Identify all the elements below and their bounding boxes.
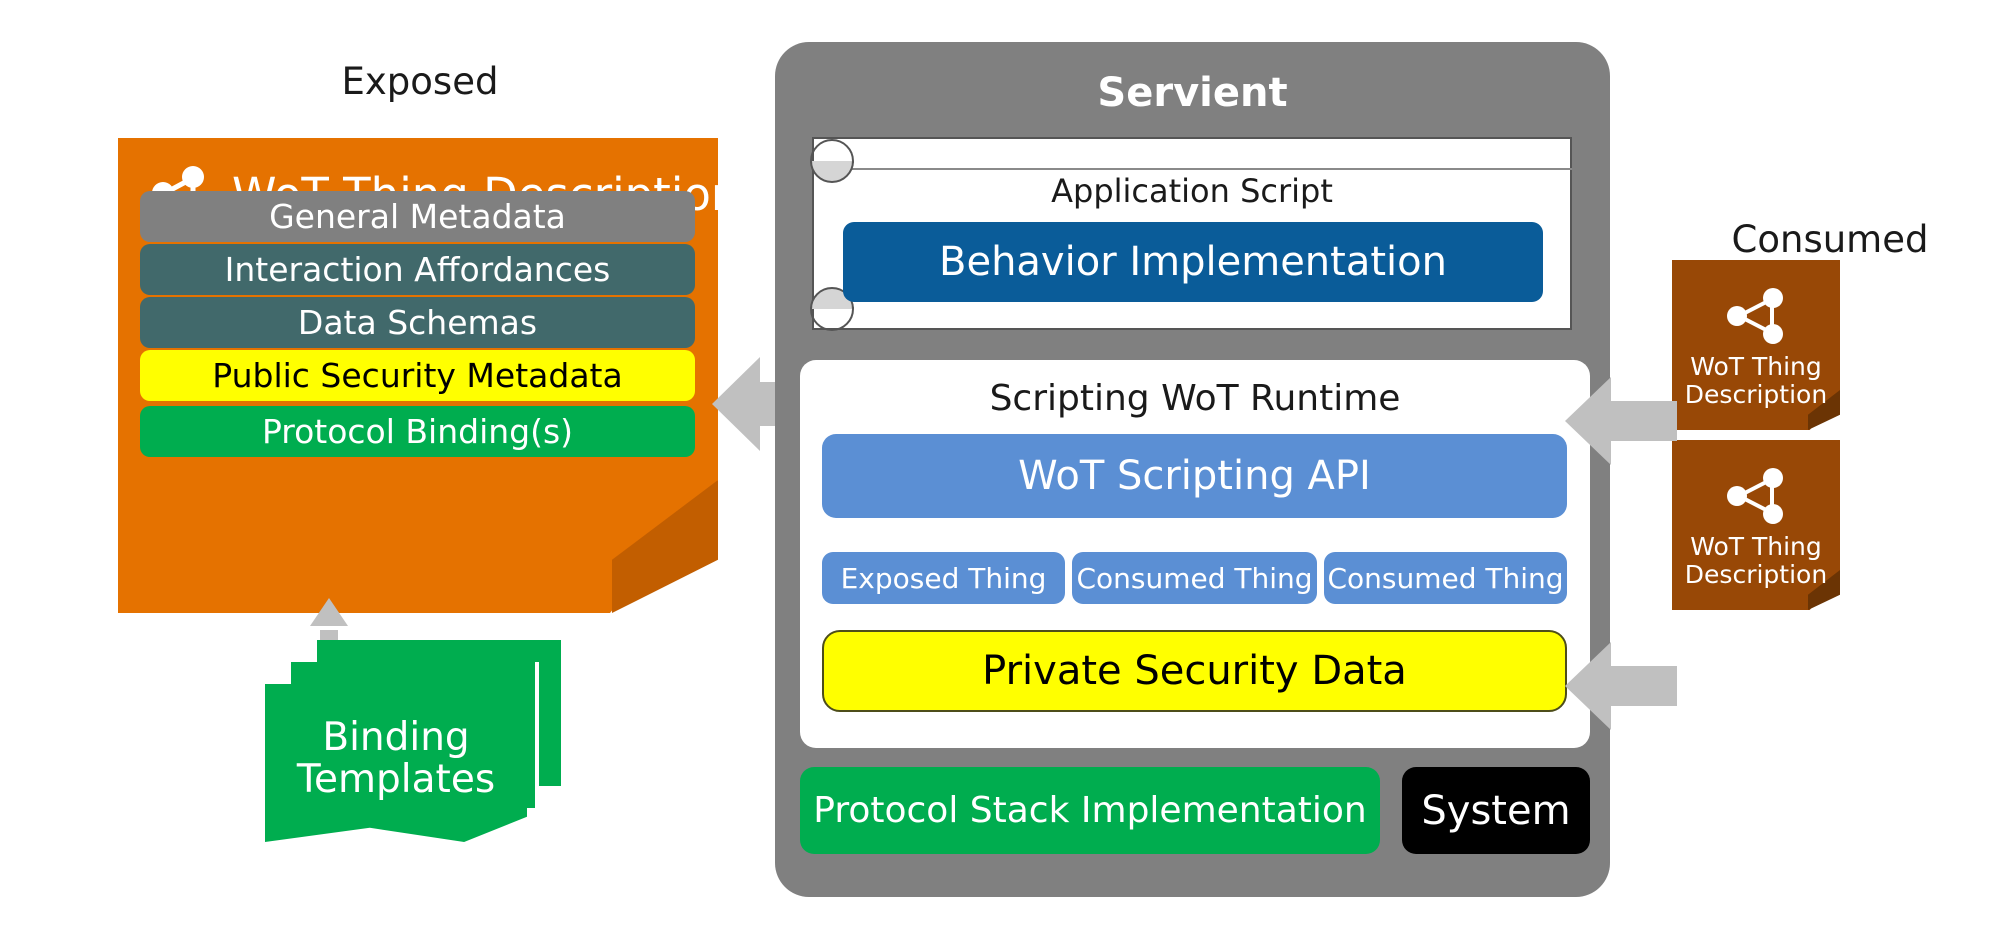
td-row-general-metadata[interactable]: General Metadata <box>140 191 695 242</box>
consumed-card-line2: Description <box>1684 560 1828 589</box>
protocol-stack-implementation-block[interactable]: Protocol Stack Implementation <box>800 767 1380 854</box>
diagram-canvas: Exposed WoT Thing Description General Me… <box>0 0 2000 943</box>
binding-templates-group[interactable]: Binding Templates <box>265 640 565 842</box>
binding-templates-line1: Binding <box>322 714 470 760</box>
scripting-wot-runtime-label: Scripting WoT Runtime <box>989 378 1401 419</box>
td-row-protocol-bindings[interactable]: Protocol Binding(s) <box>140 406 695 457</box>
arrow-consumed-to-servient-icon <box>1565 375 1677 467</box>
binding-templates-label: Binding Templates <box>265 684 527 834</box>
wot-scripting-api-block[interactable]: WoT Scripting API <box>822 434 1567 518</box>
td-row-public-security-metadata[interactable]: Public Security Metadata <box>140 350 695 401</box>
application-script-label: Application Script <box>1051 172 1333 210</box>
servient-title: Servient <box>1097 70 1288 116</box>
application-script-scroll-line <box>812 168 1572 170</box>
system-block[interactable]: System <box>1402 767 1590 854</box>
binding-templates-connector-arrow-icon <box>310 598 348 626</box>
consumed-card-line2: Description <box>1684 380 1828 409</box>
consumed-card-line1: WoT Thing <box>1690 352 1822 381</box>
consumed-card-label: WoT Thing Description <box>1672 533 1840 589</box>
wot-share-icon <box>1672 460 1840 536</box>
consumed-caption: Consumed <box>1731 218 1929 261</box>
td-row-interaction-affordances[interactable]: Interaction Affordances <box>140 244 695 295</box>
consumed-thing-chip[interactable]: Consumed Thing <box>1072 552 1317 604</box>
binding-templates-line2: Templates <box>296 757 496 802</box>
behavior-implementation-block[interactable]: Behavior Implementation <box>843 222 1543 302</box>
exposed-caption: Exposed <box>341 60 499 103</box>
consumed-thing-chip[interactable]: Consumed Thing <box>1324 552 1567 604</box>
arrow-consumed-to-servient-icon <box>1565 640 1677 732</box>
private-security-data-block[interactable]: Private Security Data <box>822 630 1567 712</box>
wot-share-icon <box>1672 280 1840 356</box>
consumed-card-line1: WoT Thing <box>1690 532 1822 561</box>
td-row-data-schemas[interactable]: Data Schemas <box>140 297 695 348</box>
consumed-card-label: WoT Thing Description <box>1672 353 1840 409</box>
exposed-thing-chip[interactable]: Exposed Thing <box>822 552 1065 604</box>
